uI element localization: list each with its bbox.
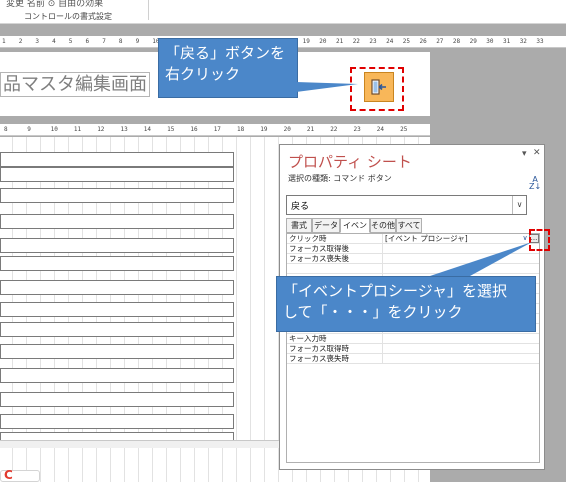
ribbon: 変更 名前 ⊙ 自由の効果 コントロールの書式設定 — [0, 0, 566, 24]
tab-0[interactable]: 書式 — [286, 218, 312, 233]
ruler-tick-label: 25 — [400, 126, 408, 133]
ruler-tick-label: 21 — [306, 126, 315, 133]
table-row[interactable] — [0, 280, 234, 295]
ruler-tick-label: 9 — [27, 126, 31, 133]
property-value[interactable] — [382, 344, 539, 353]
ruler-tick-label: 15 — [167, 126, 175, 133]
ruler-tick-label: 3 — [35, 38, 40, 45]
table-row[interactable] — [0, 214, 234, 229]
ruler-tick-label: 33 — [536, 38, 544, 45]
ribbon-commands[interactable]: 変更 名前 ⊙ 自由の効果 — [6, 0, 103, 9]
taskbar-app-icon[interactable]: C — [0, 468, 40, 482]
callout-2-line-2: して「・・・」をクリック — [283, 303, 463, 321]
ruler-tick-label: 12 — [97, 126, 105, 133]
property-sheet-title: プロパティ シート — [288, 153, 412, 171]
table-row[interactable] — [0, 414, 234, 429]
ruler-tick-label: 26 — [419, 38, 427, 45]
ruler-tick-label: 32 — [519, 38, 527, 45]
ruler-tick-label: 30 — [486, 38, 494, 45]
ruler-tick-label: 29 — [469, 38, 477, 45]
ruler-tick-label: 14 — [143, 126, 152, 133]
ruler-tick-label: 23 — [353, 126, 361, 133]
ruler-tick-label: 24 — [376, 126, 385, 133]
property-name: キー入力時 — [289, 334, 327, 343]
property-value[interactable] — [382, 354, 539, 363]
ruler-tick-label: 6 — [85, 38, 90, 45]
ruler-tick-label: 22 — [352, 38, 360, 45]
ribbon-group-label: コントロールの書式設定 — [24, 12, 112, 21]
ruler-tick-label: 18 — [237, 126, 245, 133]
table-row[interactable] — [0, 238, 234, 253]
table-row[interactable] — [0, 344, 234, 359]
ribbon-separator — [148, 0, 149, 20]
property-name: フォーカス喪失後 — [289, 254, 349, 263]
property-row[interactable]: フォーカス取得時 — [287, 344, 539, 354]
property-name: フォーカス喪失時 — [289, 354, 349, 363]
ruler-tick-label: 11 — [73, 126, 82, 133]
selected-control-name: 戻る — [291, 202, 310, 212]
ruler-tick-label: 24 — [386, 38, 394, 45]
ruler-tick-label: 19 — [260, 126, 268, 133]
table-row[interactable] — [0, 188, 234, 203]
pin-icon[interactable]: ▾ — [522, 149, 527, 159]
ruler-tick-label: 13 — [120, 126, 128, 133]
table-row[interactable] — [0, 392, 234, 407]
selection-type-label: 選択の種類: コマンド ボタン — [288, 174, 392, 183]
table-row[interactable] — [0, 256, 234, 271]
sort-az-icon[interactable]: A Z↓ — [529, 176, 541, 191]
property-row[interactable]: キー入力時 — [287, 334, 539, 344]
tab-2[interactable]: イベント — [340, 218, 370, 243]
tab-1[interactable]: データ — [312, 218, 340, 233]
tab-4[interactable]: すべて — [396, 218, 422, 233]
callout-select-event-procedure: 「イベントプロシージャ」を選択 して「・・・」をクリック — [276, 276, 536, 332]
ruler-tick-label: 2 — [18, 38, 23, 45]
property-name: クリック時 — [289, 234, 327, 243]
ruler-tick-label: 25 — [402, 38, 411, 45]
control-selector[interactable]: 戻る ∨ — [286, 195, 527, 215]
table-row[interactable] — [0, 302, 234, 317]
table-row[interactable] — [0, 152, 234, 167]
grid-line — [250, 137, 251, 482]
property-name: フォーカス取得時 — [289, 344, 349, 353]
ruler-tick-label: 16 — [190, 126, 198, 133]
table-row[interactable] — [0, 368, 234, 383]
ruler-tick-label: 1 — [2, 38, 6, 45]
ruler-tick-label: 5 — [68, 38, 73, 45]
callout-1-line-2: 右クリック — [165, 65, 241, 83]
ruler-tick-label: 21 — [336, 38, 344, 45]
table-row[interactable] — [0, 322, 234, 337]
ruler-tick-label: 20 — [319, 38, 327, 45]
close-icon[interactable]: ✕ — [533, 148, 541, 158]
ruler-tick-label: 8 — [118, 38, 123, 45]
property-row[interactable]: フォーカス喪失時 — [287, 354, 539, 364]
ruler-tick-label: 8 — [4, 126, 8, 133]
ruler-tick-label: 19 — [302, 38, 310, 45]
callout-2-line-1: 「イベントプロシージャ」を選択 — [283, 282, 507, 300]
chevron-down-icon[interactable]: ∨ — [512, 196, 526, 214]
grid-line — [264, 137, 265, 482]
form-title-label[interactable]: 品マスタ編集画面 — [0, 72, 150, 97]
grid-line — [236, 137, 237, 482]
ruler-tick-label: 10 — [50, 126, 58, 133]
ruler-tick-label: 17 — [213, 126, 221, 133]
property-name: フォーカス取得後 — [289, 244, 349, 253]
ruler-tick-label: 27 — [436, 38, 444, 45]
callout-1-pointer — [296, 82, 358, 92]
callout-1-line-1: 「戻る」ボタンを — [165, 44, 286, 62]
ruler-tick-label: 9 — [135, 38, 140, 45]
ruler-tick-label: 22 — [330, 126, 338, 133]
ruler-tick-label: 31 — [503, 38, 511, 45]
ruler-tick-label: 20 — [283, 126, 291, 133]
ruler-tick-label: 23 — [369, 38, 377, 45]
property-value[interactable] — [382, 334, 539, 343]
ruler-tick-label: 4 — [52, 38, 56, 45]
tab-3[interactable]: その他 — [370, 218, 396, 233]
section-ruler: 8 9 10 11 12 13 14 15 16 17 18 19 20 21 22 23 24 25 — [0, 124, 430, 136]
callout-right-click: 「戻る」ボタンを 右クリック — [158, 38, 298, 98]
ruler-tick-label: 7 — [102, 38, 106, 45]
table-row[interactable] — [0, 167, 234, 182]
ruler-tick-label: 28 — [452, 38, 461, 45]
